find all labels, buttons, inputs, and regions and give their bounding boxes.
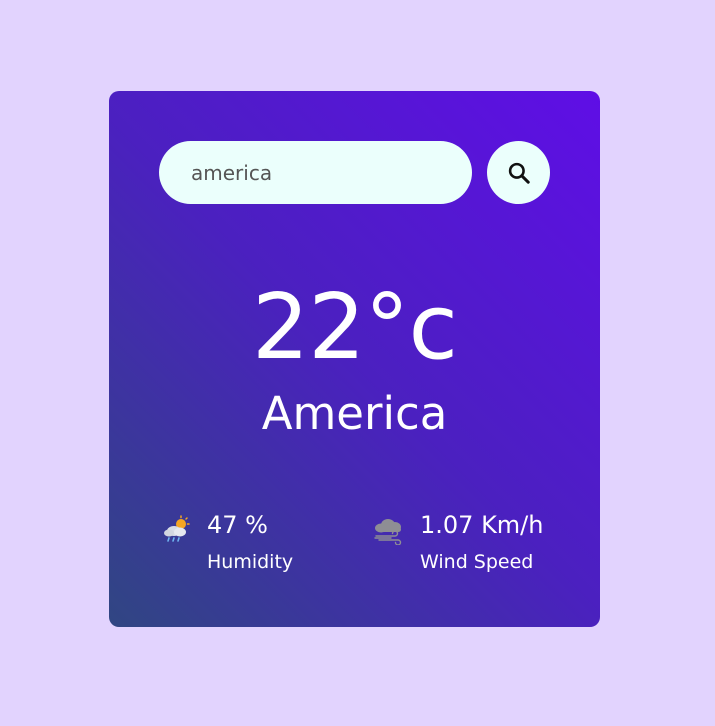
humidity-label: Humidity [207, 551, 294, 573]
search-bar [159, 141, 550, 204]
wind-speed-value: 1.07 Km/h [420, 511, 544, 539]
humidity-value: 47 % [207, 511, 268, 539]
search-icon [508, 162, 530, 184]
page-background: 22°c America 47 % Humidity [0, 0, 715, 726]
search-button[interactable] [487, 141, 550, 204]
wind-speed-label: Wind Speed [420, 551, 534, 573]
temperature: 22°c [251, 275, 458, 380]
rain-cloud-sun-icon [164, 515, 190, 542]
city-name: America [261, 387, 448, 440]
weather-card: 22°c America 47 % Humidity [109, 91, 600, 627]
wind-cloud-icon [374, 519, 402, 545]
search-input[interactable] [159, 141, 472, 204]
